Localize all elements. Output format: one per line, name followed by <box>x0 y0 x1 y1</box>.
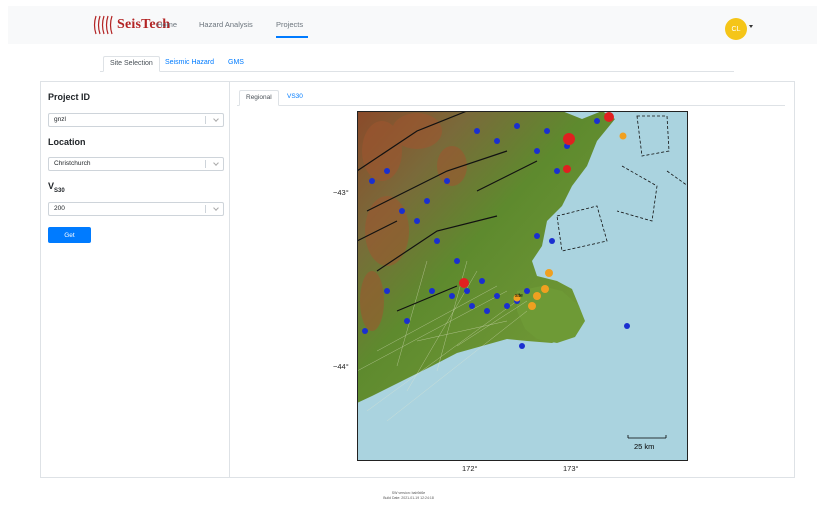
regional-map[interactable]: site 25 km <box>356 110 689 461</box>
user-avatar[interactable]: CL <box>725 18 747 40</box>
lat-label-43: −43° <box>333 188 349 197</box>
chevron-down-icon[interactable] <box>213 205 219 211</box>
map-tabs: Regional VS30 <box>237 90 785 106</box>
project-id-select[interactable]: gnzl <box>48 113 224 127</box>
lat-label-44: −44° <box>333 362 349 371</box>
footer-version: SW version: bab9d6e <box>391 491 426 495</box>
tab-gms[interactable]: GMS <box>228 56 244 72</box>
vs30-select[interactable]: 200 <box>48 202 224 216</box>
project-id-label: Project ID <box>48 92 91 102</box>
caret-down-icon[interactable] <box>749 25 753 28</box>
get-button[interactable]: Get <box>48 227 91 243</box>
select-separator <box>205 205 206 213</box>
chevron-down-icon[interactable] <box>213 160 219 166</box>
tab-seismic-hazard[interactable]: Seismic Hazard <box>165 56 214 72</box>
location-select[interactable]: Christchurch <box>48 157 224 171</box>
footer-build-date: Build Date: 2021-01-19 12:24:18 <box>383 496 434 500</box>
nav-projects[interactable]: Projects <box>276 20 303 29</box>
lon-label-173: 173° <box>563 464 579 473</box>
site-label: site <box>515 293 523 299</box>
workflow-tabs: Site Selection Seismic Hazard GMS <box>100 56 734 72</box>
vs30-value: 200 <box>54 205 65 212</box>
tab-site-selection[interactable]: Site Selection <box>103 56 160 72</box>
chevron-down-icon[interactable] <box>213 116 219 122</box>
select-separator <box>205 160 206 168</box>
scale-label: 25 km <box>634 442 654 451</box>
site-form: Project ID gnzl Location Christchurch VS… <box>41 82 230 477</box>
regional-map-image: site 25 km <box>356 110 689 461</box>
project-id-value: gnzl <box>54 116 66 123</box>
nav-home[interactable]: Home <box>157 20 177 29</box>
location-label: Location <box>48 137 86 147</box>
vs30-label-subscript: S30 <box>54 187 65 194</box>
tab-vs30[interactable]: VS30 <box>287 90 303 106</box>
nav-hazard-analysis[interactable]: Hazard Analysis <box>199 20 253 29</box>
location-value: Christchurch <box>54 160 91 167</box>
lon-label-172: 172° <box>462 464 478 473</box>
vs30-label: VS30 <box>48 181 65 194</box>
tab-regional[interactable]: Regional <box>239 90 279 106</box>
nav-active-indicator <box>276 36 308 38</box>
seismograph-logo-icon <box>93 15 113 35</box>
top-navbar: SeisTech Home Hazard Analysis Projects C… <box>8 6 817 44</box>
select-separator <box>205 116 206 124</box>
